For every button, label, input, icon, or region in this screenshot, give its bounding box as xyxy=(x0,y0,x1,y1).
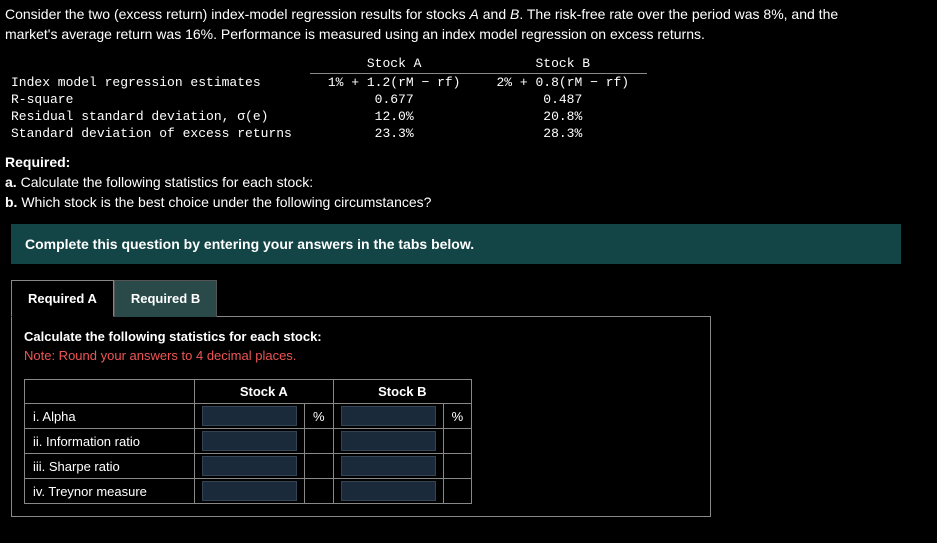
input-alpha-a[interactable] xyxy=(202,406,297,426)
unit-alpha-a: % xyxy=(305,404,334,429)
required-heading: Required: xyxy=(5,154,932,170)
input-info-a[interactable] xyxy=(202,431,297,451)
row-alpha-label: i. Alpha xyxy=(25,404,195,429)
row-sharpe-label: iii. Sharpe ratio xyxy=(25,454,195,479)
tab-content-a: Calculate the following statistics for e… xyxy=(11,316,711,517)
tab-required-a[interactable]: Required A xyxy=(11,280,114,317)
input-alpha-b[interactable] xyxy=(341,406,436,426)
unit-alpha-b: % xyxy=(443,404,472,429)
input-sharpe-b[interactable] xyxy=(341,456,436,476)
rounding-note: Note: Round your answers to 4 decimal pl… xyxy=(24,348,698,363)
tab-required-b[interactable]: Required B xyxy=(114,280,217,317)
tab-question: Calculate the following statistics for e… xyxy=(24,329,698,344)
problem-intro: Consider the two (excess return) index-m… xyxy=(5,5,932,44)
answer-col-b: Stock B xyxy=(333,380,472,404)
answer-col-a: Stock A xyxy=(195,380,334,404)
row-info-label: ii. Information ratio xyxy=(25,429,195,454)
input-treynor-a[interactable] xyxy=(202,481,297,501)
instruction-banner: Complete this question by entering your … xyxy=(11,224,901,264)
input-sharpe-a[interactable] xyxy=(202,456,297,476)
row-treynor-label: iv. Treynor measure xyxy=(25,479,195,504)
answer-table: Stock A Stock B i. Alpha % % ii. Informa… xyxy=(24,379,472,504)
required-b: b. Which stock is the best choice under … xyxy=(5,194,932,210)
input-info-b[interactable] xyxy=(341,431,436,451)
required-a: a. Calculate the following statistics fo… xyxy=(5,174,932,190)
data-col-a-header: Stock A xyxy=(310,54,479,74)
data-col-b-header: Stock B xyxy=(478,54,647,74)
data-table: Stock A Stock B Index model regression e… xyxy=(5,54,647,142)
input-treynor-b[interactable] xyxy=(341,481,436,501)
answer-corner xyxy=(25,380,195,404)
tab-bar: Required A Required B xyxy=(11,280,932,317)
